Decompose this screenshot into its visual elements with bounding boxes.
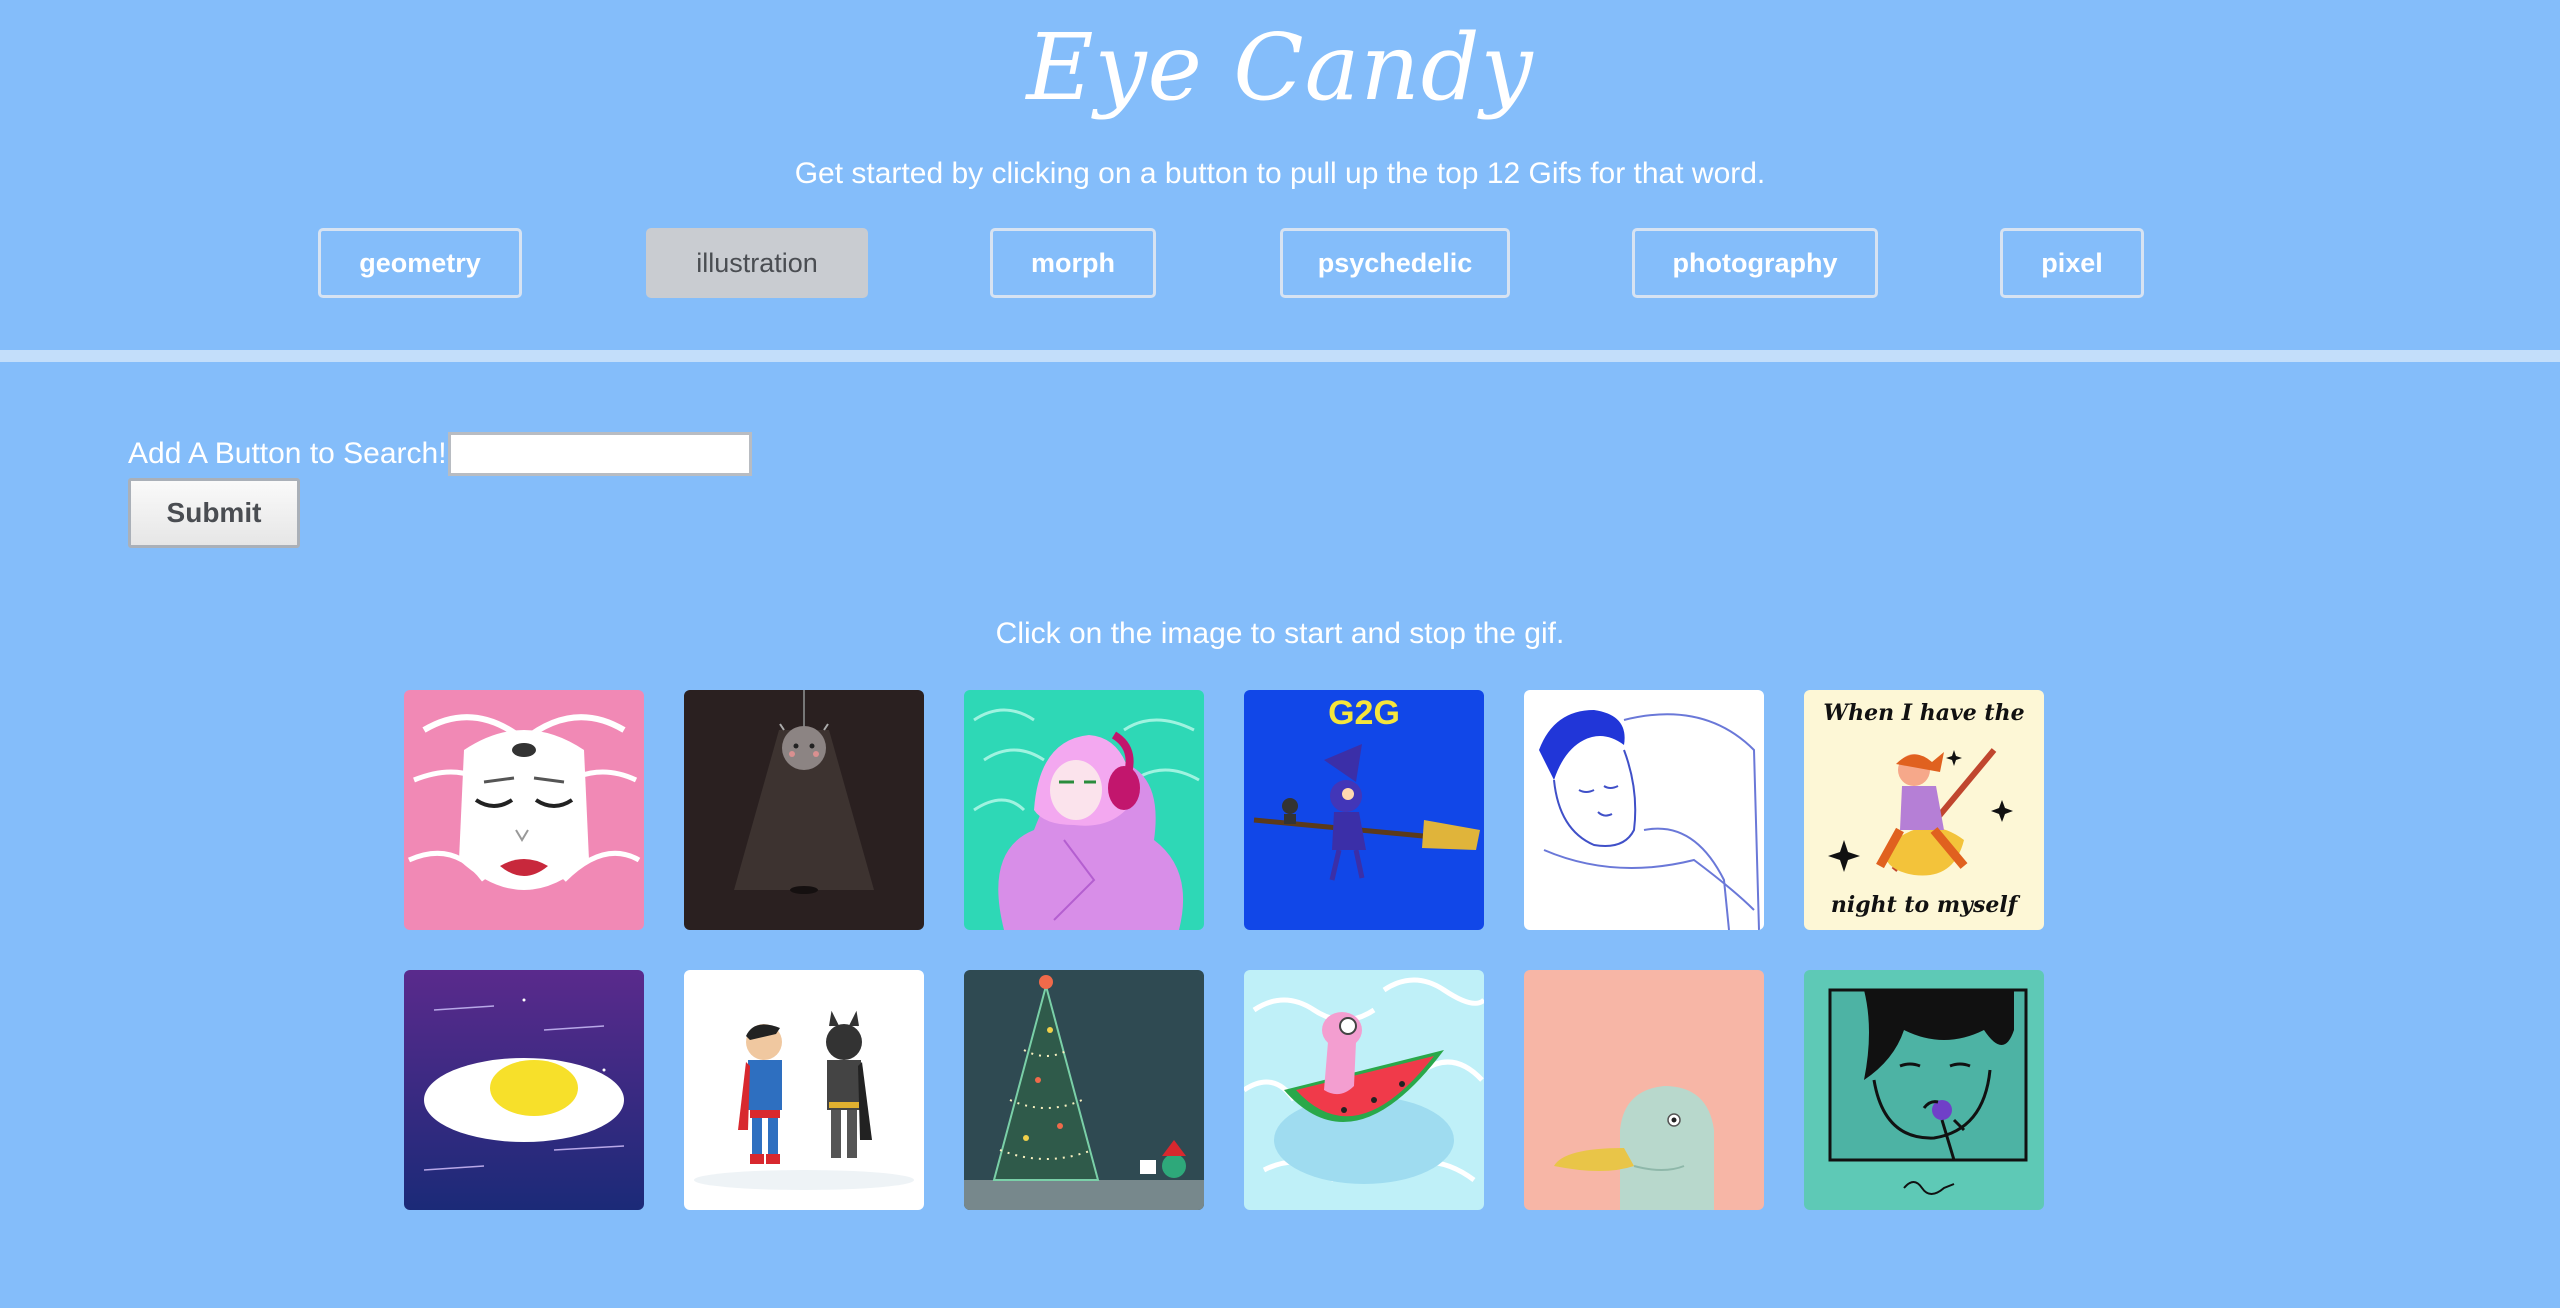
girl-on-broom-illustration: When I have the night to myself (1804, 690, 2044, 930)
topic-button-photography[interactable]: photography (1632, 228, 1878, 298)
section-divider (0, 350, 2560, 362)
gallery-instruction: Click on the image to start and stop the… (995, 617, 1565, 650)
add-button-input[interactable] (448, 432, 752, 476)
add-button-label: Add A Button to Search! (128, 437, 447, 470)
gif-image[interactable]: G2G (1244, 690, 1484, 930)
gif-image[interactable] (1524, 970, 1764, 1210)
topic-button-morph[interactable]: morph (990, 228, 1156, 298)
topic-button-pixel[interactable]: pixel (2000, 228, 2144, 298)
submit-button[interactable]: Submit (128, 478, 300, 548)
hanging-lamp-creature-illustration (684, 690, 924, 930)
gif-image[interactable]: When I have the night to myself (1804, 690, 2044, 930)
gif-image[interactable] (1244, 970, 1484, 1210)
night-text-top: When I have the (1823, 700, 2024, 726)
gif-image[interactable] (964, 970, 1204, 1210)
superman-batman-illustration (684, 970, 924, 1210)
witch-on-broom-illustration: G2G (1244, 690, 1484, 930)
page-title: Eye Candy (1026, 14, 1534, 121)
topic-button-bar: geometry illustration morph psychedelic … (0, 228, 2560, 298)
topic-button-illustration[interactable]: illustration (646, 228, 868, 298)
gif-image[interactable] (964, 690, 1204, 930)
girl-headphones-illustration (964, 690, 1204, 930)
page-subtitle: Get started by clicking on a button to p… (794, 157, 1766, 190)
gif-image[interactable] (1804, 970, 2044, 1210)
page: Eye Candy Get started by clicking on a b… (0, 0, 2560, 1308)
duck-illustration (1524, 970, 1764, 1210)
gif-image[interactable] (404, 970, 644, 1210)
fried-egg-space-illustration (404, 970, 644, 1210)
gif-image[interactable] (404, 690, 644, 930)
christmas-tree-illustration (964, 970, 1204, 1210)
g2g-text: G2G (1328, 694, 1400, 732)
gif-image[interactable] (684, 970, 924, 1210)
topic-button-geometry[interactable]: geometry (318, 228, 522, 298)
topic-button-psychedelic[interactable]: psychedelic (1280, 228, 1510, 298)
gif-image[interactable] (1524, 690, 1764, 930)
watermelon-float-illustration (1244, 970, 1484, 1210)
gif-image[interactable] (684, 690, 924, 930)
face-lollipop-illustration (1804, 970, 2044, 1210)
pink-hair-face-illustration (404, 690, 644, 930)
sleeping-man-line-drawing (1524, 690, 1764, 930)
night-text-bottom: night to myself (1831, 892, 2021, 918)
